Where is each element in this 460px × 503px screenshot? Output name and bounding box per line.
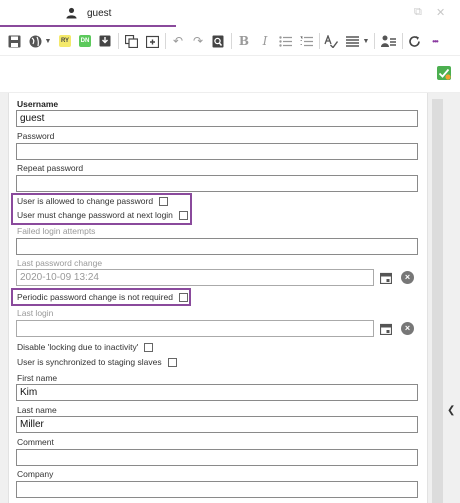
sync-staging-checkbox[interactable] bbox=[167, 357, 177, 367]
comment-field[interactable] bbox=[16, 449, 418, 466]
download-icon[interactable] bbox=[97, 32, 113, 50]
user-settings-icon[interactable] bbox=[379, 32, 397, 50]
first-name-field[interactable]: Kim bbox=[16, 384, 418, 401]
last-password-change-field[interactable]: 2020-10-09 13:24 bbox=[16, 269, 374, 286]
status-ok-icon bbox=[437, 66, 451, 80]
toolbar-divider bbox=[402, 33, 403, 49]
company-field[interactable] bbox=[16, 481, 418, 498]
chevron-down-icon[interactable]: ▼ bbox=[44, 32, 52, 50]
calendar-icon[interactable] bbox=[380, 272, 392, 284]
redo-icon[interactable]: ↷ bbox=[190, 32, 206, 50]
password-label: Password bbox=[17, 131, 55, 141]
username-field[interactable]: guest bbox=[16, 110, 418, 127]
password-field[interactable] bbox=[16, 143, 418, 160]
refresh-icon[interactable] bbox=[406, 32, 422, 50]
disable-locking-checkbox[interactable] bbox=[144, 342, 154, 352]
toolbar-divider bbox=[118, 33, 119, 49]
username-label: Username bbox=[17, 99, 59, 109]
first-name-label: First name bbox=[17, 373, 58, 383]
globe-icon[interactable] bbox=[27, 32, 43, 50]
allow-change-password-checkbox[interactable] bbox=[159, 196, 169, 206]
clear-date-icon[interactable]: × bbox=[401, 322, 414, 335]
allow-change-password-row: User is allowed to change password bbox=[17, 196, 169, 206]
more-icon[interactable]: ••• bbox=[426, 32, 444, 50]
allow-change-password-label: User is allowed to change password bbox=[17, 196, 154, 206]
last-login-label: Last login bbox=[17, 308, 54, 318]
last-login-field[interactable] bbox=[16, 320, 374, 337]
must-change-password-label: User must change password at next login bbox=[17, 210, 173, 220]
ry-badge[interactable]: RY bbox=[57, 32, 73, 50]
disable-locking-row: Disable 'locking due to inactivity' bbox=[17, 342, 154, 352]
chevron-down-icon[interactable]: ▼ bbox=[362, 32, 370, 50]
disable-locking-label: Disable 'locking due to inactivity' bbox=[17, 342, 139, 352]
toolbar-divider bbox=[374, 33, 375, 49]
tab-label: guest bbox=[87, 8, 112, 19]
paste-icon[interactable] bbox=[144, 32, 160, 50]
company-label: Company bbox=[17, 469, 54, 479]
spellcheck-icon[interactable] bbox=[323, 32, 339, 50]
toolbar-divider bbox=[165, 33, 166, 49]
comment-label: Comment bbox=[17, 437, 54, 447]
periodic-password-row: Periodic password change is not required bbox=[17, 292, 188, 302]
tab-bar: guest ⧉ ✕ bbox=[0, 0, 460, 27]
find-icon[interactable] bbox=[210, 32, 226, 50]
failed-login-attempts-label: Failed login attempts bbox=[17, 226, 96, 236]
bullet-list-icon[interactable] bbox=[277, 32, 293, 50]
last-name-field[interactable]: Miller bbox=[16, 416, 418, 433]
repeat-password-field[interactable] bbox=[16, 175, 418, 192]
status-line bbox=[0, 55, 460, 93]
toolbar: ▼ RY DN ↶ ↷ B I ▼ ••• bbox=[0, 27, 460, 55]
must-change-password-checkbox[interactable] bbox=[178, 210, 188, 220]
must-change-password-row: User must change password at next login bbox=[17, 210, 188, 220]
numbered-list-icon[interactable] bbox=[298, 32, 314, 50]
chevron-left-icon[interactable]: ❮ bbox=[447, 405, 455, 416]
toolbar-divider bbox=[319, 33, 320, 49]
last-password-change-label: Last password change bbox=[17, 258, 103, 268]
periodic-password-label: Periodic password change is not required bbox=[17, 292, 173, 302]
align-icon[interactable] bbox=[344, 32, 360, 50]
copy-icon[interactable] bbox=[123, 32, 139, 50]
clear-date-icon[interactable]: × bbox=[401, 271, 414, 284]
close-window-icon[interactable]: ✕ bbox=[436, 6, 445, 19]
save-icon[interactable] bbox=[6, 32, 22, 50]
vertical-scrollbar[interactable] bbox=[432, 99, 443, 503]
failed-login-attempts-field[interactable] bbox=[16, 238, 418, 255]
last-name-label: Last name bbox=[17, 405, 57, 415]
bold-icon[interactable]: B bbox=[236, 32, 252, 50]
italic-icon[interactable]: I bbox=[257, 32, 273, 50]
dn-badge[interactable]: DN bbox=[77, 32, 93, 50]
repeat-password-label: Repeat password bbox=[17, 163, 84, 173]
restore-window-icon[interactable]: ⧉ bbox=[414, 6, 422, 19]
sync-staging-label: User is synchronized to staging slaves bbox=[17, 357, 162, 367]
sync-staging-row: User is synchronized to staging slaves bbox=[17, 357, 177, 367]
user-icon bbox=[66, 7, 77, 19]
calendar-icon[interactable] bbox=[380, 323, 392, 335]
periodic-password-checkbox[interactable] bbox=[178, 292, 188, 302]
tab-guest[interactable]: guest bbox=[0, 0, 176, 27]
toolbar-divider bbox=[231, 33, 232, 49]
undo-icon[interactable]: ↶ bbox=[170, 32, 186, 50]
